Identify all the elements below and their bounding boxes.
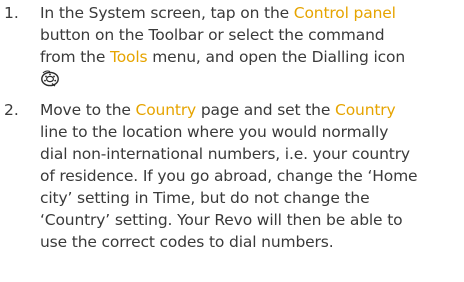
step-line: from the Tools menu, and open the Dialli…	[40, 48, 406, 66]
tools-term: Tools	[110, 48, 148, 66]
instruction-page: 1. In the System screen, tap on the Cont…	[0, 0, 464, 282]
country-page-term: Country	[135, 101, 197, 119]
dialling-icon	[40, 69, 60, 93]
step-number: 2.	[4, 101, 19, 119]
step-line: ‘Country’ setting. Your Revo will then b…	[40, 211, 403, 229]
step-number: 1.	[4, 4, 19, 22]
step-line: In the System screen, tap on the Control…	[40, 4, 396, 22]
step-text: Move to the Country page and set the Cou…	[40, 99, 464, 253]
step-text: In the System screen, tap on the Control…	[40, 2, 464, 93]
step-line: Move to the Country page and set the Cou…	[40, 101, 396, 119]
country-line-term: Country	[335, 101, 396, 119]
step-line: use the correct codes to dial numbers.	[40, 233, 334, 251]
step-line: button on the Toolbar or select the comm…	[40, 26, 385, 44]
step-line: line to the location where you would nor…	[40, 123, 389, 141]
control-panel-term: Control panel	[293, 4, 396, 22]
step-line: of residence. If you go abroad, change t…	[40, 167, 418, 185]
step-line: dial non-international numbers, i.e. you…	[40, 145, 410, 163]
step-line: city’ setting in Time, but do not change…	[40, 189, 370, 207]
step-line	[40, 68, 464, 93]
